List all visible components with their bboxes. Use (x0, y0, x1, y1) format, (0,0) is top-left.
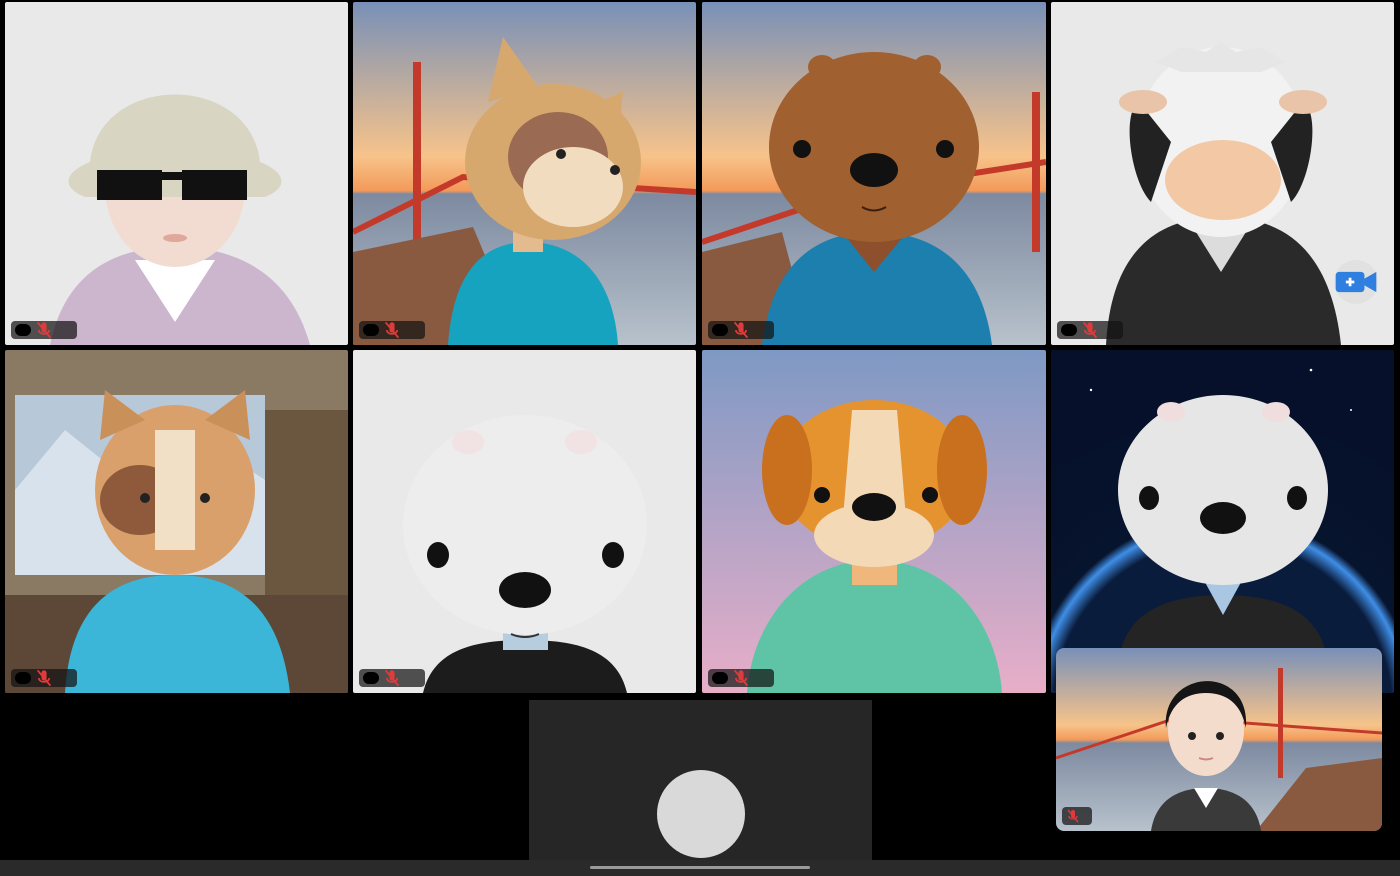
self-view-name-tag (1062, 807, 1092, 825)
mic-off-icon (384, 321, 400, 339)
avatar-white-bear (1051, 350, 1394, 693)
participant-name-tag (1057, 321, 1123, 339)
participant-tile-7[interactable] (702, 350, 1046, 693)
participant-tile-1[interactable] (5, 2, 348, 345)
camera-switch-button[interactable] (1334, 260, 1378, 304)
mic-off-icon (1067, 809, 1079, 823)
home-indicator[interactable] (590, 866, 810, 869)
participant-tile-4[interactable] (1051, 2, 1394, 345)
participant-name-tag (359, 669, 425, 687)
mic-off-icon (384, 669, 400, 687)
mic-off-icon (733, 669, 749, 687)
participant-tile-8[interactable] (1051, 350, 1394, 693)
participant-tile-5[interactable] (5, 350, 348, 693)
participant-name-tag (11, 669, 77, 687)
participant-name-tag (708, 669, 774, 687)
avatar-human-dark-hair (1056, 648, 1382, 831)
participant-tile-2[interactable] (353, 2, 696, 345)
avatar-human-bucket-hat (5, 2, 348, 345)
participant-tile-6[interactable] (353, 350, 696, 693)
avatar-cat (5, 350, 348, 693)
participant-name-tag (359, 321, 425, 339)
camera-switch-icon (1335, 271, 1377, 293)
avatar-cat (353, 2, 696, 345)
avatar-dog (702, 350, 1046, 693)
participant-name-tag (708, 321, 774, 339)
mic-off-icon (733, 321, 749, 339)
mic-off-icon (1082, 321, 1098, 339)
participant-tile-3-active-speaker[interactable] (702, 2, 1046, 345)
self-view-tile[interactable] (1056, 648, 1382, 831)
avatar-brown-bear (702, 2, 1046, 345)
mic-off-icon (36, 669, 52, 687)
participant-tile-video-off[interactable] (529, 700, 872, 860)
participant-name-tag (11, 321, 77, 339)
avatar-placeholder (657, 770, 745, 858)
avatar-white-bear (353, 350, 696, 693)
mic-off-icon (36, 321, 52, 339)
